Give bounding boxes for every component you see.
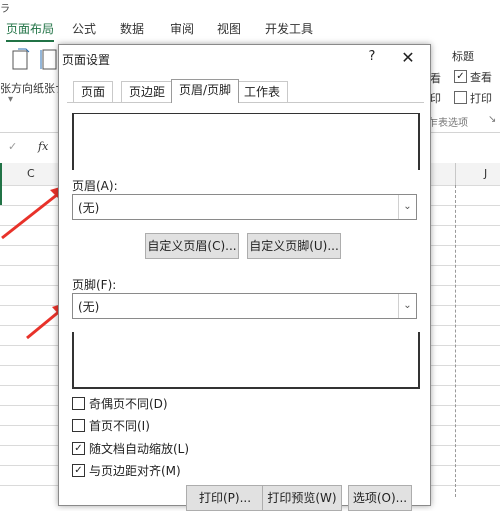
print-button[interactable]: 打印(P)...: [186, 485, 264, 511]
header-dropdown-value: (无): [78, 201, 100, 215]
chevron-down-icon[interactable]: ⌄: [398, 294, 416, 318]
page-setup-dialog: 页面设置 ? ✕ 页面 页边距 页眉/页脚 工作表 页眉(A): (无) ⌄ 自…: [58, 44, 431, 511]
print-preview-button[interactable]: 打印预览(W): [262, 485, 342, 511]
tab-page[interactable]: 页面: [73, 81, 114, 103]
scale-with-document-label: 随文档自动缩放(L): [89, 442, 190, 456]
tab-divider: [67, 102, 424, 103]
print-headings-label: 打印: [470, 92, 492, 105]
scale-with-document-checkbox[interactable]: ✓: [72, 442, 85, 455]
tab-sheet[interactable]: 工作表: [236, 81, 289, 103]
chevron-down-icon[interactable]: ⌄: [398, 195, 416, 219]
close-button[interactable]: ✕: [398, 48, 418, 68]
align-with-margins-label: 与页边距对齐(M): [89, 464, 181, 478]
header-label: 页眉(A):: [72, 179, 118, 193]
tab-margins[interactable]: 页边距: [121, 81, 174, 103]
page-size-icon[interactable]: [40, 46, 60, 72]
options-button[interactable]: 选项(O)...: [348, 485, 412, 511]
tab-review[interactable]: 审阅: [170, 16, 194, 42]
align-with-margins-checkbox[interactable]: ✓: [72, 464, 85, 477]
tab-data[interactable]: 数据: [120, 16, 144, 42]
header-dropdown[interactable]: (无) ⌄: [72, 194, 417, 220]
page-break-line: [455, 185, 457, 497]
custom-footer-button[interactable]: 自定义页脚(U)...: [247, 233, 341, 259]
column-header-j[interactable]: J: [484, 167, 487, 180]
dialog-tabs: 页面 页边距 页眉/页脚 工作表: [67, 79, 423, 103]
footer-dropdown[interactable]: (无) ⌄: [72, 293, 417, 319]
view-gridlines-fragment: 看: [430, 72, 441, 85]
tab-view[interactable]: 视图: [217, 16, 241, 42]
tab-header-footer[interactable]: 页眉/页脚: [171, 79, 240, 103]
ribbon-tab-bar: 页面布局 公式 数据 审阅 视图 开发工具: [0, 16, 500, 42]
different-first-page-checkbox[interactable]: [72, 419, 85, 432]
custom-header-button[interactable]: 自定义页眉(C)...: [145, 233, 239, 259]
different-odd-even-checkbox[interactable]: [72, 397, 85, 410]
different-odd-even-label: 奇偶页不同(D): [89, 397, 168, 411]
chevron-down-icon[interactable]: ▾: [8, 94, 13, 105]
sheet-options-group-label: 乍表选项: [428, 118, 468, 129]
view-headings-checkbox[interactable]: ✓: [454, 70, 467, 83]
tab-formulas[interactable]: 公式: [72, 16, 96, 42]
view-headings-label: 查看: [470, 71, 492, 84]
headings-group-label: 标题: [452, 50, 474, 63]
column-divider: [455, 163, 456, 185]
tab-page-layout[interactable]: 页面布局: [6, 16, 55, 42]
insert-function-icon[interactable]: fx: [38, 140, 48, 153]
print-gridlines-fragment: 印: [430, 92, 441, 105]
print-headings-checkbox[interactable]: [454, 91, 467, 104]
orientation-icon[interactable]: [10, 46, 32, 72]
footer-preview: [72, 332, 420, 389]
different-first-page-label: 首页不同(I): [89, 419, 150, 433]
tab-developer[interactable]: 开发工具: [265, 16, 313, 42]
confirm-icon[interactable]: ✓: [8, 140, 17, 153]
column-header-c[interactable]: C: [27, 167, 35, 180]
window-title-fragment: ラ: [0, 4, 10, 15]
header-preview: [72, 113, 420, 170]
orientation-label[interactable]: 张方向: [0, 80, 33, 96]
dialog-launcher-icon[interactable]: ↘: [488, 114, 496, 125]
footer-label: 页脚(F):: [72, 278, 117, 292]
dialog-title: 页面设置: [62, 53, 111, 67]
footer-dropdown-value: (无): [78, 300, 100, 314]
help-button[interactable]: ?: [364, 49, 380, 67]
